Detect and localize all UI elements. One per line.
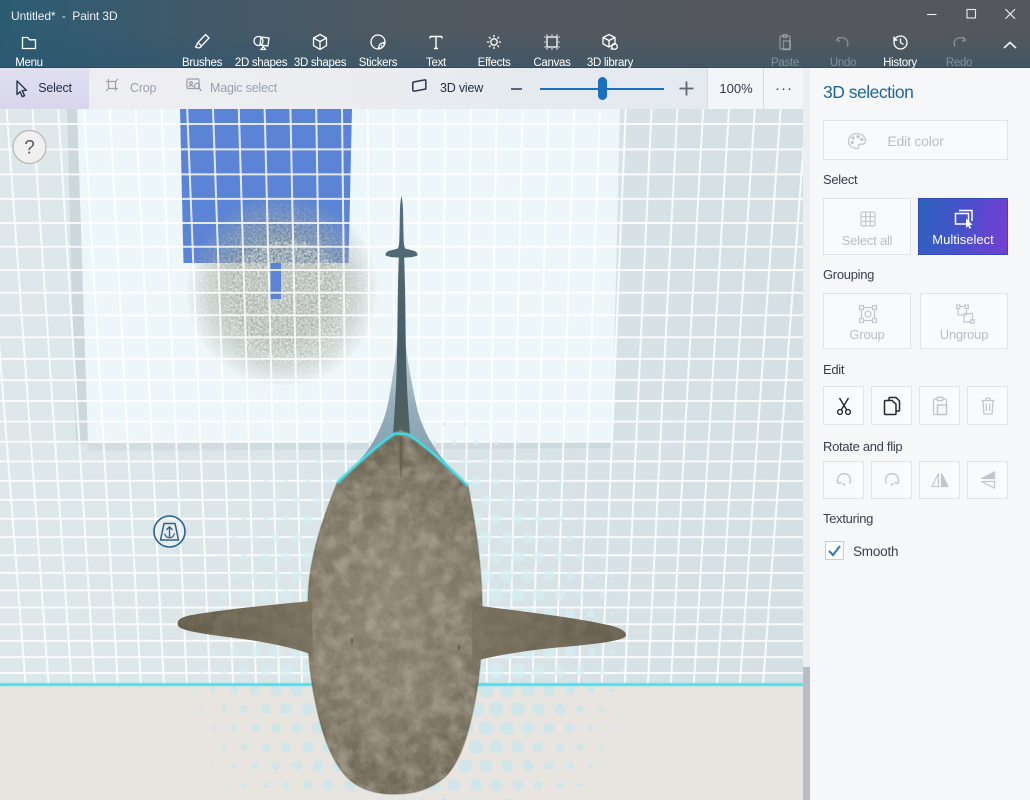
svg-text:?: ? xyxy=(24,138,35,159)
